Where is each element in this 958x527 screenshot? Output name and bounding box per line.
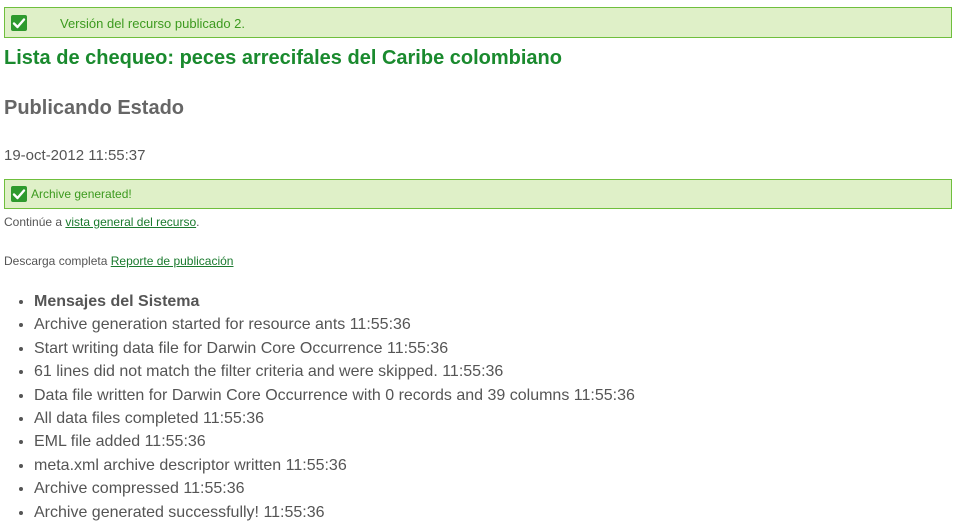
resource-overview-link[interactable]: vista general del recurso <box>65 215 196 229</box>
archive-generated-message: Archive generated! <box>31 187 132 201</box>
publication-timestamp: 19-oct-2012 11:55:37 <box>4 147 146 164</box>
published-version-message: Versión del recurso publicado 2. <box>60 16 246 31</box>
list-item: Archive generation started for resource … <box>34 313 635 336</box>
list-item: Archive generated successfully! 11:55:36 <box>34 501 635 524</box>
continue-line: Continúe a vista general del recurso. <box>4 215 199 229</box>
published-version-notice: Versión del recurso publicado 2. <box>4 7 952 38</box>
checkmark-icon <box>11 15 27 31</box>
page-subtitle: Publicando Estado <box>4 97 185 119</box>
system-messages-list: Mensajes del Sistema Archive generation … <box>0 290 635 524</box>
list-item: Archive compressed 11:55:36 <box>34 477 635 500</box>
list-item: Data file written for Darwin Core Occurr… <box>34 384 635 407</box>
system-messages-header: Mensajes del Sistema <box>34 290 635 313</box>
download-prefix: Descarga completa <box>4 254 108 268</box>
continue-prefix: Continúe a <box>4 215 63 229</box>
publication-report-link[interactable]: Reporte de publicación <box>111 254 234 268</box>
publication-status-page: Versión del recurso publicado 2. Lista d… <box>0 0 958 527</box>
archive-generated-notice: Archive generated! <box>4 179 952 209</box>
checkmark-icon <box>11 186 27 202</box>
list-item: meta.xml archive descriptor written 11:5… <box>34 454 635 477</box>
list-item: All data files completed 11:55:36 <box>34 407 635 430</box>
list-item: EML file added 11:55:36 <box>34 430 635 453</box>
list-item: 61 lines did not match the filter criter… <box>34 360 635 383</box>
list-item: Start writing data file for Darwin Core … <box>34 337 635 360</box>
download-line: Descarga completa Reporte de publicación <box>4 254 233 268</box>
continue-suffix: . <box>196 215 200 229</box>
resource-title: Lista de chequeo: peces arrecifales del … <box>4 47 562 69</box>
